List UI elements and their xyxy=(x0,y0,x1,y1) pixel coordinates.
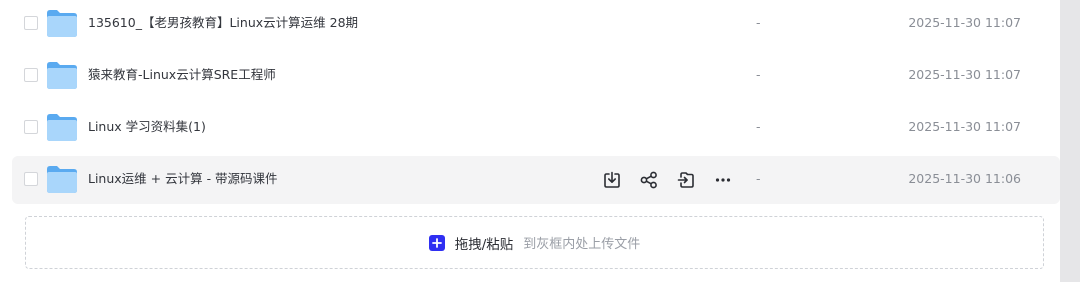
file-list: 135610_【老男孩教育】Linux云计算运维 28期 - 2025-11-3… xyxy=(12,0,1060,208)
file-size: - xyxy=(756,171,761,186)
file-name[interactable]: 135610_【老男孩教育】Linux云计算运维 28期 xyxy=(88,15,358,31)
upload-dropzone[interactable]: 拖拽/粘贴 到灰框内处上传文件 xyxy=(25,216,1044,269)
modified-date: 2025-11-30 11:07 xyxy=(908,119,1021,134)
file-list-view: 135610_【老男孩教育】Linux云计算运维 28期 - 2025-11-3… xyxy=(0,0,1080,282)
table-row[interactable]: 猿来教育-Linux云计算SRE工程师 - 2025-11-30 11:07 xyxy=(12,52,1060,100)
share-icon xyxy=(640,171,657,189)
download-icon xyxy=(604,171,620,188)
table-row[interactable]: 135610_【老男孩教育】Linux云计算运维 28期 - 2025-11-3… xyxy=(12,0,1060,48)
table-row[interactable]: Linux 学习资料集(1) - 2025-11-30 11:07 xyxy=(12,104,1060,152)
folder-icon xyxy=(47,114,77,141)
dropzone-sub-label: 到灰框内处上传文件 xyxy=(523,237,641,252)
file-name[interactable]: Linux 学习资料集(1) xyxy=(88,119,206,135)
folder-icon xyxy=(47,62,77,89)
plus-icon xyxy=(428,234,445,251)
move-icon xyxy=(677,172,694,188)
more-icon xyxy=(715,178,731,182)
file-size: - xyxy=(756,67,761,82)
file-name[interactable]: Linux运维 + 云计算 - 带源码课件 xyxy=(88,171,278,187)
modified-date: 2025-11-30 11:06 xyxy=(908,171,1021,186)
folder-icon xyxy=(47,10,77,37)
row-actions xyxy=(600,168,748,192)
folder-icon xyxy=(47,166,77,193)
row-checkbox[interactable] xyxy=(24,120,38,134)
share-button[interactable] xyxy=(637,168,661,192)
table-row[interactable]: Linux运维 + 云计算 - 带源码课件 - 2025-11-30 11:06 xyxy=(12,156,1060,204)
file-size: - xyxy=(756,119,761,134)
modified-date: 2025-11-30 11:07 xyxy=(908,67,1021,82)
modified-date: 2025-11-30 11:07 xyxy=(908,15,1021,30)
scrollbar[interactable] xyxy=(1060,0,1080,282)
row-checkbox[interactable] xyxy=(24,68,38,82)
download-button[interactable] xyxy=(600,168,624,192)
file-size: - xyxy=(756,15,761,30)
row-checkbox[interactable] xyxy=(24,172,38,186)
dropzone-main-label: 拖拽/粘贴 xyxy=(454,236,514,253)
move-button[interactable] xyxy=(674,168,698,192)
row-checkbox[interactable] xyxy=(24,16,38,30)
file-name[interactable]: 猿来教育-Linux云计算SRE工程师 xyxy=(88,67,276,83)
more-button[interactable] xyxy=(711,168,735,192)
